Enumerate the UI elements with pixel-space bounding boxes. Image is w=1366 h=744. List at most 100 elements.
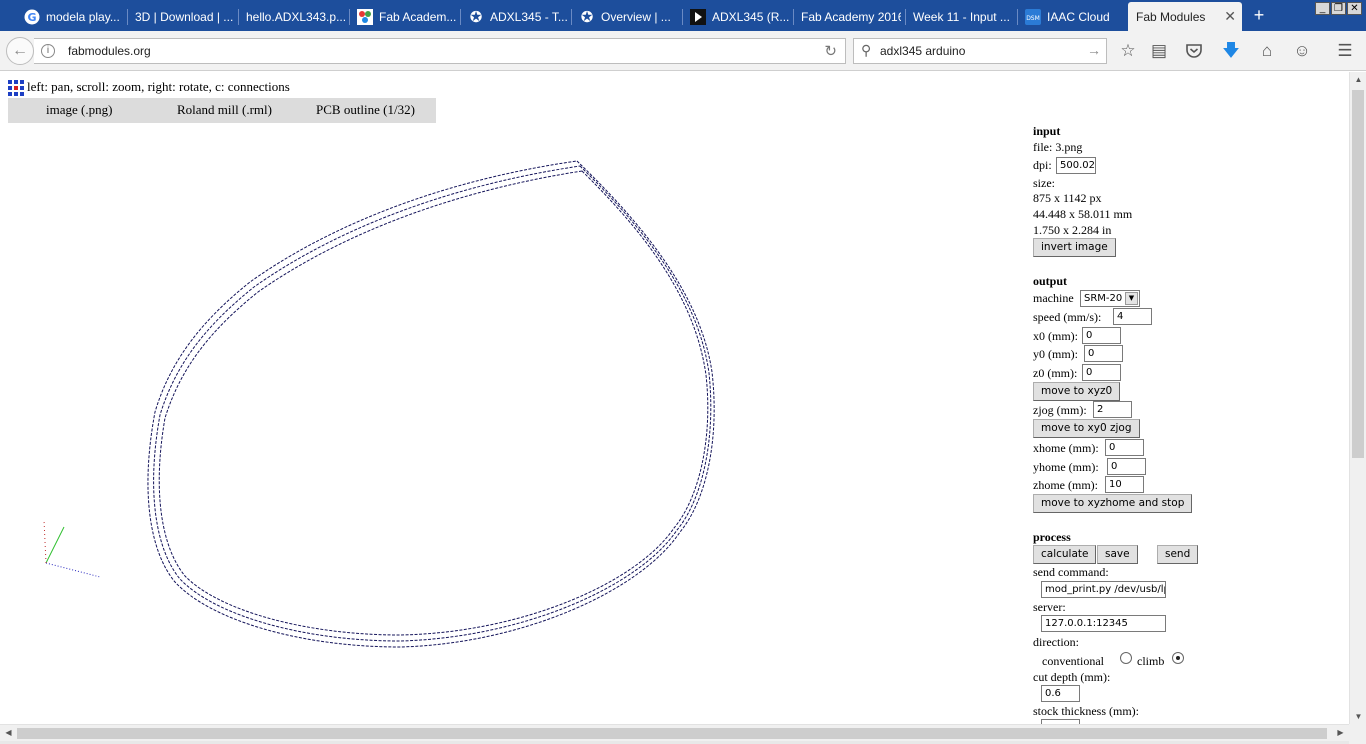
- yhome-input[interactable]: 0: [1107, 458, 1146, 475]
- reload-icon[interactable]: ↻: [824, 42, 837, 60]
- dpi-input[interactable]: 500.024: [1056, 157, 1096, 174]
- xhome-input[interactable]: 0: [1105, 439, 1144, 456]
- conventional-radio[interactable]: [1120, 652, 1132, 664]
- search-input[interactable]: ⚲ adxl345 arduino →: [853, 38, 1107, 64]
- send-button[interactable]: send: [1157, 545, 1199, 564]
- menu-icon[interactable]: ☰: [1334, 40, 1356, 62]
- scrollbar-corner: [1349, 724, 1366, 744]
- x0-label: x0 (mm):: [1033, 329, 1078, 343]
- invert-image-button[interactable]: invert image: [1033, 238, 1116, 257]
- tab-modela[interactable]: G modela play...: [16, 3, 124, 31]
- machine-select[interactable]: SRM-20 ▼: [1080, 290, 1140, 307]
- z0-input[interactable]: 0: [1082, 364, 1121, 381]
- cut-depth-label: cut depth (mm):: [1033, 670, 1111, 684]
- dsm-icon: DSM: [1025, 9, 1041, 25]
- download-icon[interactable]: 🡇: [1220, 40, 1242, 62]
- star-icon: ✪: [580, 9, 594, 26]
- zjog-label: zjog (mm):: [1033, 403, 1087, 417]
- speed-input[interactable]: 4: [1113, 308, 1152, 325]
- back-button[interactable]: ←: [6, 37, 34, 65]
- toolpath-outer: [147, 160, 715, 648]
- bookmark-star-icon[interactable]: ☆: [1117, 40, 1139, 62]
- menu-roland-mill[interactable]: Roland mill (.rml): [177, 102, 272, 118]
- scroll-up-icon[interactable]: ▲: [1350, 75, 1366, 84]
- tab-overview[interactable]: ✪ Overview | ...: [571, 3, 679, 31]
- machine-value: SRM-20: [1084, 293, 1123, 304]
- close-window-icon[interactable]: ✕: [1347, 2, 1362, 15]
- toolpath-inner: [158, 170, 709, 636]
- menu-image-png[interactable]: image (.png): [46, 102, 112, 118]
- tab-label: Overview | ...: [601, 10, 671, 24]
- server-input[interactable]: 127.0.0.1:12345: [1041, 615, 1166, 632]
- zhome-input[interactable]: 10: [1105, 476, 1144, 493]
- google-icon: G: [24, 9, 40, 25]
- controls-hint: left: pan, scroll: zoom, right: rotate, …: [27, 79, 290, 94]
- direction-label: direction:: [1033, 635, 1079, 649]
- home-icon[interactable]: ⌂: [1256, 40, 1278, 62]
- tab-week-11[interactable]: Week 11 - Input ...: [905, 3, 1013, 31]
- module-menu: image (.png) Roland mill (.rml) PCB outl…: [8, 98, 436, 123]
- tab-adxl345-r[interactable]: ADXL345 (R...: [682, 3, 790, 31]
- tab-label: Week 11 - Input ...: [913, 10, 1010, 24]
- scroll-right-icon[interactable]: ▶: [1332, 728, 1349, 737]
- page-content: left: pan, scroll: zoom, right: rotate, …: [0, 72, 1349, 724]
- tab-label: ADXL345 - T...: [490, 10, 568, 24]
- info-icon[interactable]: i: [41, 44, 55, 58]
- z0-label: z0 (mm):: [1033, 366, 1078, 380]
- horizontal-scrollbar[interactable]: ◀ ▶: [0, 724, 1349, 741]
- move-to-xyz0-button[interactable]: move to xyz0: [1033, 382, 1121, 401]
- x0-input[interactable]: 0: [1082, 327, 1121, 344]
- smiley-icon[interactable]: ☺: [1291, 40, 1313, 62]
- size-in: 1.750 x 2.284 in: [1033, 223, 1112, 237]
- send-command-input[interactable]: mod_print.py /dev/usb/lp0: [1041, 581, 1166, 598]
- move-to-xy0-zjog-button[interactable]: move to xy0 zjog: [1033, 419, 1140, 438]
- scroll-left-icon[interactable]: ◀: [0, 728, 17, 737]
- move-to-xyzhome-button[interactable]: move to xyzhome and stop: [1033, 494, 1193, 513]
- tab-3d-download[interactable]: 3D | Download | ...: [127, 3, 235, 31]
- size-px: 875 x 1142 px: [1033, 191, 1102, 205]
- axis-indicator: [43, 519, 101, 578]
- svg-text:DSM: DSM: [1026, 15, 1040, 22]
- conventional-label: conventional: [1042, 654, 1104, 668]
- pocket-icon[interactable]: [1183, 40, 1205, 62]
- zhome-label: zhome (mm):: [1033, 478, 1098, 492]
- close-tab-icon[interactable]: ✕: [1224, 8, 1236, 25]
- minimize-icon[interactable]: _: [1315, 2, 1330, 15]
- stock-thickness-label: stock thickness (mm):: [1033, 704, 1139, 718]
- y0-input[interactable]: 0: [1084, 345, 1123, 362]
- climb-label: climb: [1137, 654, 1165, 668]
- menu-pcb-outline[interactable]: PCB outline (1/32): [316, 102, 415, 118]
- tab-strip: G modela play... 3D | Download | ... hel…: [0, 0, 1366, 31]
- climb-radio[interactable]: [1172, 652, 1184, 664]
- tab-fab-modules[interactable]: Fab Modules ✕: [1128, 2, 1242, 31]
- vertical-scroll-thumb[interactable]: [1352, 90, 1364, 458]
- zjog-input[interactable]: 2: [1093, 401, 1132, 418]
- vertical-scrollbar[interactable]: ▲ ▼: [1349, 72, 1366, 724]
- yhome-label: yhome (mm):: [1033, 460, 1099, 474]
- restore-icon[interactable]: ❐: [1331, 2, 1346, 15]
- tab-iaac-cloud[interactable]: DSM IAAC Cloud: [1017, 3, 1125, 31]
- tab-fab-academy-2016[interactable]: Fab Academy 2016: [793, 3, 901, 31]
- xhome-label: xhome (mm):: [1033, 441, 1099, 455]
- calculate-button[interactable]: calculate: [1033, 545, 1097, 564]
- cut-depth-input[interactable]: 0.6: [1041, 685, 1080, 702]
- url-bar[interactable]: i fabmodules.org ↻: [34, 38, 846, 64]
- fab-lab-icon: [357, 9, 373, 25]
- save-button[interactable]: save: [1097, 545, 1138, 564]
- search-icon: ⚲: [861, 42, 872, 58]
- search-go-icon[interactable]: →: [1087, 42, 1101, 58]
- tab-label: modela play...: [46, 10, 120, 24]
- y0-label: y0 (mm):: [1033, 347, 1078, 361]
- scroll-down-icon[interactable]: ▼: [1350, 712, 1366, 721]
- dpi-label: dpi:: [1033, 158, 1052, 172]
- tab-hello-adxl343[interactable]: hello.ADXL343.p...: [238, 3, 346, 31]
- size-label: size:: [1033, 176, 1055, 190]
- toolpath-viewport[interactable]: [0, 72, 1000, 724]
- tab-fab-academy[interactable]: Fab Academ...: [349, 3, 457, 31]
- new-tab-icon[interactable]: +: [1250, 5, 1268, 26]
- tab-label: IAAC Cloud: [1047, 10, 1110, 24]
- horizontal-scroll-thumb[interactable]: [17, 728, 1327, 739]
- tab-adxl345-t[interactable]: ✪ ADXL345 - T...: [460, 3, 568, 31]
- tab-label: ADXL345 (R...: [712, 10, 790, 24]
- reading-list-icon[interactable]: ▤: [1148, 40, 1170, 62]
